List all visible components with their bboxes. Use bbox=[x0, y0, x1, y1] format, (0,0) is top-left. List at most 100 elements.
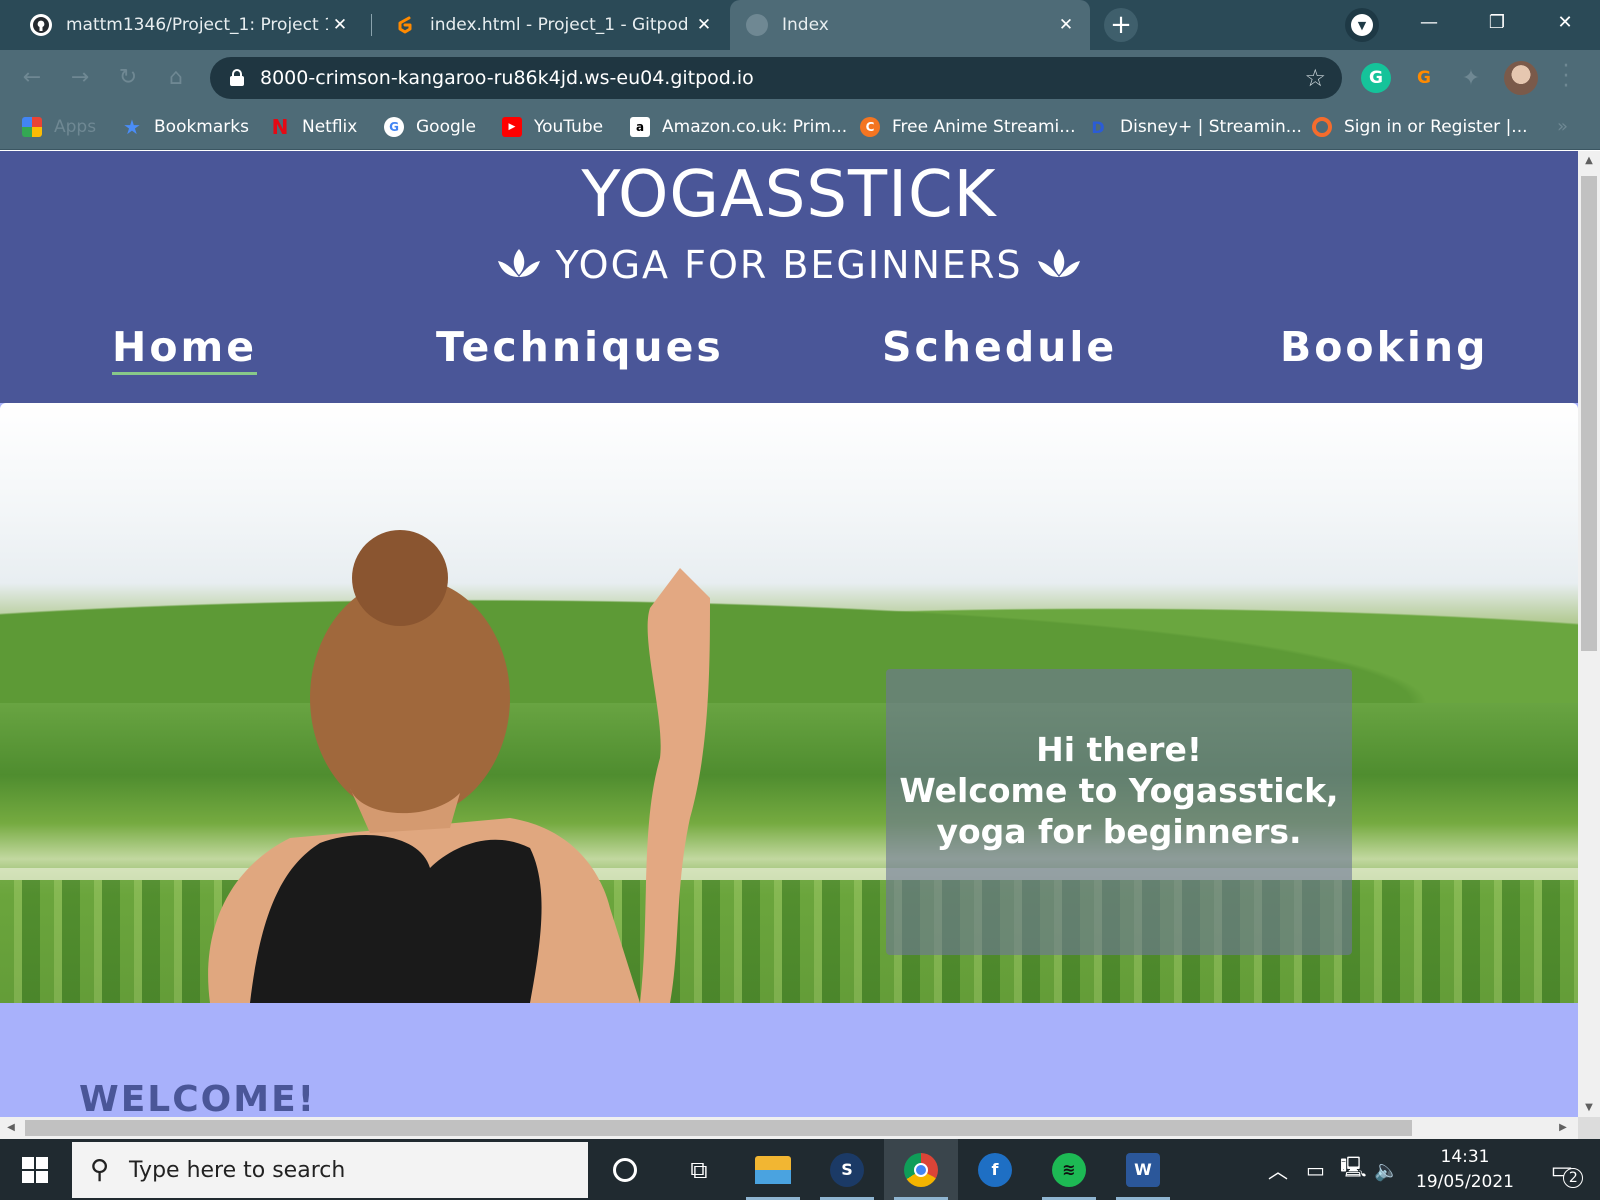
taskbar-clock[interactable]: 14:31 19/05/2021 bbox=[1400, 1145, 1530, 1195]
spotify-button[interactable]: ≋ bbox=[1032, 1139, 1106, 1200]
ea-app-icon: f bbox=[978, 1152, 1012, 1187]
extensions-puzzle-icon[interactable]: ✦ bbox=[1456, 63, 1486, 93]
browser-tab-github[interactable]: mattm1346/Project_1: Project 1, Y ✕ bbox=[14, 0, 364, 50]
grammarly-icon[interactable]: G bbox=[1361, 63, 1391, 93]
address-bar[interactable]: 8000-crimson-kangaroo-ru86k4jd.ws-eu04.g… bbox=[210, 57, 1342, 99]
hero-line: yoga for beginners. bbox=[936, 812, 1302, 851]
vertical-scrollbar[interactable]: ▲ ▼ bbox=[1578, 151, 1600, 1117]
bookmark-label: Sign in or Register |... bbox=[1344, 117, 1528, 137]
ea-app-button[interactable]: f bbox=[958, 1139, 1032, 1200]
tray-chevron-icon[interactable]: ︿ bbox=[1268, 1139, 1288, 1200]
hero-line: Hi there! bbox=[1036, 730, 1202, 769]
search-icon: ⚲ bbox=[90, 1155, 110, 1185]
lotus-icon bbox=[497, 249, 540, 277]
gitpod-extension-icon[interactable]: G bbox=[1409, 63, 1439, 93]
scroll-down-arrow-icon[interactable]: ▼ bbox=[1578, 1102, 1600, 1113]
scroll-right-arrow-icon[interactable]: ▶ bbox=[1552, 1117, 1574, 1139]
bookmark-youtube[interactable]: ▶ YouTube bbox=[502, 105, 603, 149]
notification-count-badge: 2 bbox=[1563, 1167, 1584, 1188]
bookmark-bookmarks[interactable]: ★ Bookmarks bbox=[122, 105, 249, 149]
windows-logo-icon bbox=[22, 1156, 48, 1183]
url-text[interactable]: 8000-crimson-kangaroo-ru86k4jd.ws-eu04.g… bbox=[260, 57, 754, 99]
bookmark-label: Google bbox=[416, 117, 476, 137]
scrollbar-corner bbox=[1578, 1117, 1600, 1139]
restore-button[interactable]: ❐ bbox=[1466, 0, 1528, 44]
site-header: YOGASSTICK YOGA FOR BEGINNERS Home Techn… bbox=[0, 151, 1578, 403]
tab-close-icon[interactable]: ✕ bbox=[692, 15, 716, 35]
horizontal-scrollbar[interactable]: ◀ ▶ bbox=[0, 1117, 1578, 1139]
bookmark-netflix[interactable]: N Netflix bbox=[270, 105, 358, 149]
tab-title: index.html - Project_1 - Gitpod C bbox=[430, 15, 692, 35]
spotify-icon: ≋ bbox=[1052, 1152, 1086, 1187]
page-viewport: YOGASSTICK YOGA FOR BEGINNERS Home Techn… bbox=[0, 151, 1578, 1117]
bookmark-crunchyroll[interactable]: C Free Anime Streami... bbox=[860, 105, 1075, 149]
site-logo[interactable]: YOGASSTICK bbox=[0, 158, 1578, 232]
google-icon: G bbox=[384, 117, 404, 137]
notification-center-button[interactable]: ▭ 2 bbox=[1534, 1139, 1600, 1200]
scroll-up-arrow-icon[interactable]: ▲ bbox=[1578, 155, 1600, 166]
back-arrow-icon[interactable]: ← bbox=[18, 64, 46, 92]
browser-toolbar: ← → ↻ ⌂ 8000-crimson-kangaroo-ru86k4jd.w… bbox=[0, 50, 1600, 105]
windows-taskbar: ⚲ Type here to search ⧉ S f ≋ W ︿ ▭ 🖳 🔈 … bbox=[0, 1139, 1600, 1200]
youtube-icon: ▶ bbox=[502, 117, 522, 137]
nav-link-techniques[interactable]: Techniques bbox=[436, 323, 724, 371]
vertical-scroll-thumb[interactable] bbox=[1581, 176, 1597, 651]
bookmark-label: Free Anime Streami... bbox=[892, 117, 1076, 137]
github-icon bbox=[30, 14, 52, 36]
volume-icon[interactable]: 🔈 bbox=[1374, 1139, 1399, 1200]
task-view-button[interactable]: ⧉ bbox=[662, 1139, 736, 1200]
word-icon: W bbox=[1126, 1152, 1160, 1187]
steam-button[interactable]: S bbox=[810, 1139, 884, 1200]
file-explorer-icon bbox=[755, 1155, 791, 1184]
bookmark-label: Netflix bbox=[302, 117, 358, 137]
camera-icon[interactable]: ▭ bbox=[1306, 1139, 1325, 1200]
star-icon: ★ bbox=[123, 115, 141, 139]
cortana-icon bbox=[613, 1157, 637, 1182]
steam-icon: S bbox=[830, 1152, 864, 1187]
profile-avatar[interactable] bbox=[1504, 61, 1538, 95]
file-explorer-button[interactable] bbox=[736, 1139, 810, 1200]
bookmarks-overflow-chevron-icon[interactable]: » bbox=[1557, 105, 1568, 149]
bookmark-origin[interactable]: Sign in or Register |... bbox=[1312, 105, 1528, 149]
clock-date: 19/05/2021 bbox=[1416, 1172, 1514, 1192]
forward-arrow-icon[interactable]: → bbox=[66, 64, 94, 92]
browser-tab-strip: mattm1346/Project_1: Project 1, Y ✕ inde… bbox=[0, 0, 1600, 50]
nav-link-schedule[interactable]: Schedule bbox=[882, 323, 1117, 371]
reload-icon[interactable]: ↻ bbox=[114, 64, 142, 92]
bookmark-disney[interactable]: D Disney+ | Streamin... bbox=[1088, 105, 1302, 149]
browser-tab-gitpod[interactable]: index.html - Project_1 - Gitpod C ✕ bbox=[378, 0, 728, 50]
chrome-button[interactable] bbox=[884, 1139, 958, 1200]
browser-menu-icon[interactable]: · · · bbox=[1556, 56, 1576, 98]
browser-tab-index[interactable]: Index ✕ bbox=[730, 0, 1090, 50]
word-button[interactable]: W bbox=[1106, 1139, 1180, 1200]
start-button[interactable] bbox=[0, 1139, 70, 1200]
taskbar-search-placeholder: Type here to search bbox=[129, 1157, 346, 1183]
cortana-button[interactable] bbox=[588, 1139, 662, 1200]
horizontal-scroll-thumb[interactable] bbox=[25, 1120, 1412, 1136]
nav-link-booking[interactable]: Booking bbox=[1280, 323, 1488, 371]
yoga-woman-illustration bbox=[208, 530, 710, 1003]
hero-image: Hi there! Welcome to Yogasstick, yoga fo… bbox=[0, 403, 1578, 1003]
nav-link-home[interactable]: Home bbox=[112, 323, 258, 375]
gitpod-icon bbox=[394, 14, 416, 36]
scroll-left-arrow-icon[interactable]: ◀ bbox=[0, 1117, 22, 1139]
bookmark-star-icon[interactable]: ☆ bbox=[1304, 57, 1326, 99]
network-icon[interactable]: 🖳 bbox=[1340, 1139, 1367, 1200]
home-icon[interactable]: ⌂ bbox=[162, 64, 190, 92]
tab-search-button[interactable]: ▼ bbox=[1345, 8, 1379, 42]
bookmark-apps[interactable]: Apps bbox=[22, 105, 96, 149]
bookmark-label: Disney+ | Streamin... bbox=[1120, 117, 1302, 137]
bookmark-amazon[interactable]: a Amazon.co.uk: Prim... bbox=[630, 105, 847, 149]
window-close-button[interactable]: ✕ bbox=[1534, 0, 1596, 44]
bookmark-google[interactable]: G Google bbox=[384, 105, 476, 149]
task-view-icon: ⧉ bbox=[690, 1155, 708, 1184]
new-tab-button[interactable]: + bbox=[1104, 8, 1138, 42]
tab-close-icon[interactable]: ✕ bbox=[1054, 15, 1078, 35]
tab-close-icon[interactable]: ✕ bbox=[328, 15, 352, 35]
hero-line: Welcome to Yogasstick, bbox=[899, 771, 1339, 810]
origin-icon bbox=[1312, 117, 1332, 137]
taskbar-search-box[interactable]: ⚲ Type here to search bbox=[72, 1142, 588, 1198]
amazon-icon: a bbox=[630, 117, 650, 137]
minimize-button[interactable]: — bbox=[1398, 0, 1460, 44]
tab-title: Index bbox=[782, 15, 829, 35]
